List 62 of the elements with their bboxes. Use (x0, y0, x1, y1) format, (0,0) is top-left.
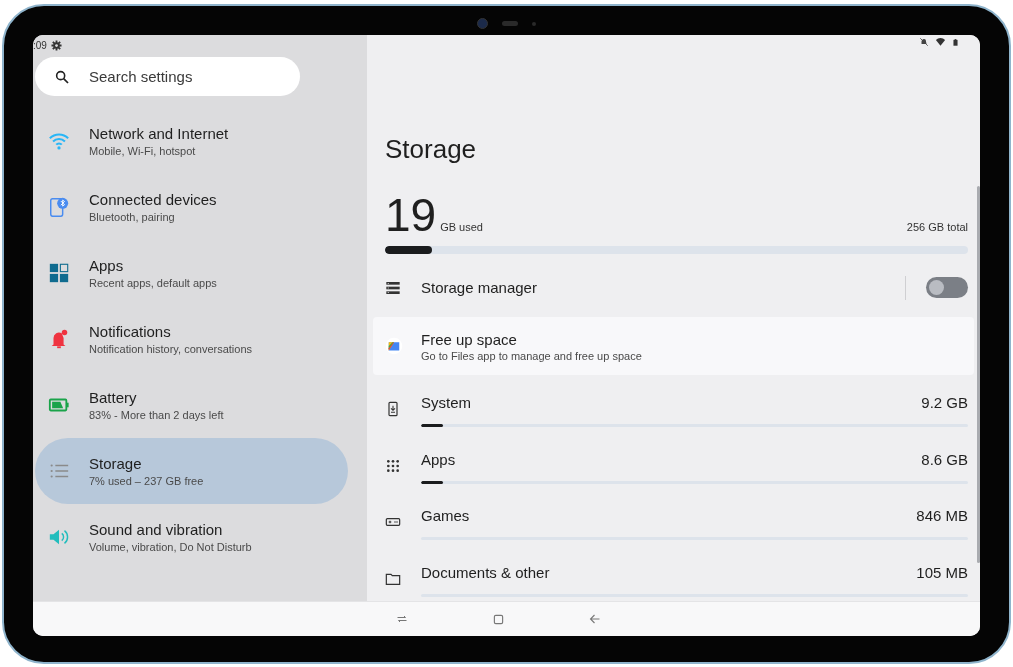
item-title: Sound and vibration (89, 519, 224, 539)
sidebar-item[interactable]: Storage 7% used – 237 GB free (35, 438, 348, 504)
wifi-icon (935, 37, 946, 47)
item-title: Battery (89, 387, 138, 407)
sidebar-item[interactable]: Connected devices Bluetooth, pairing (35, 174, 348, 240)
status-time: :09 (33, 39, 47, 51)
storage-category-item[interactable]: Games 846 MB (385, 488, 968, 540)
phone-download-icon (385, 401, 401, 417)
sidebar-item[interactable]: Battery 83% - More than 2 days left (35, 372, 348, 438)
muted-bell-icon (919, 37, 929, 47)
files-app-icon (385, 337, 403, 355)
recents-icon[interactable] (396, 613, 408, 625)
category-size: 8.6 GB (921, 449, 968, 470)
item-subtitle: Recent apps, default apps (89, 275, 217, 291)
item-title: Connected devices (89, 189, 217, 209)
setting-label: Storage manager (421, 279, 537, 296)
free-up-space-item[interactable]: Free up space Go to Files app to manage and free up space (373, 317, 974, 375)
apps-dots-icon (385, 457, 401, 474)
item-title: Network and Internet (89, 123, 229, 143)
settings-icon (50, 39, 62, 51)
home-icon[interactable] (493, 613, 504, 625)
item-title: Storage (89, 453, 143, 473)
used-unit: GB used (440, 221, 483, 233)
category-size: 105 MB (916, 562, 968, 583)
total-capacity: 256 GB total (906, 221, 968, 233)
sidebar-item[interactable]: Sound and vibration Volume, vibration, Do Not Disturb (35, 504, 348, 570)
used-amount: 19 (385, 189, 437, 241)
sidebar-item[interactable]: Apps Recent apps, default apps (35, 240, 348, 306)
item-subtitle: 7% used – 237 GB free (89, 473, 204, 489)
category-size: 846 MB (916, 506, 968, 526)
item-subtitle: Notification history, conversations (89, 341, 253, 357)
storage-category-item[interactable]: Apps 8.6 GB (385, 431, 968, 484)
search-field[interactable]: Search settings (35, 57, 300, 96)
storage-category-item[interactable]: System 9.2 GB (385, 375, 968, 427)
item-subtitle: Volume, vibration, Do Not Disturb (89, 539, 252, 555)
item-subtitle: Bluetooth, pairing (89, 209, 176, 225)
wifi-icon (48, 130, 70, 152)
camera-icon (477, 18, 488, 29)
item-subtitle: Go to Files app to manage and free up space (421, 348, 642, 363)
category-size: 9.2 GB (921, 393, 968, 413)
bluetooth-device-icon (48, 196, 70, 218)
storage-category-item[interactable]: Documents & other 105 MB (385, 544, 968, 597)
search-icon (54, 69, 70, 85)
item-title: Apps (89, 255, 125, 275)
page-title: Storage (385, 133, 478, 165)
category-name: System (421, 393, 471, 413)
category-name: Apps (421, 449, 456, 470)
back-icon[interactable] (589, 613, 601, 625)
item-subtitle: 83% - More than 2 days left (89, 407, 224, 423)
storage-manager-toggle[interactable] (926, 277, 968, 298)
item-title: Notifications (89, 321, 172, 341)
category-name: Documents & other (421, 562, 550, 583)
item-title: Free up space (421, 329, 518, 349)
category-name: Games (421, 506, 470, 526)
battery-icon (952, 36, 959, 48)
sidebar-item[interactable]: Notifications Notification history, conversations (35, 306, 348, 372)
item-subtitle: Mobile, Wi-Fi, hotspot (89, 143, 197, 159)
storage-list-icon (385, 279, 401, 296)
apps-grid-icon (48, 262, 70, 284)
sensor-icon (502, 21, 518, 26)
scrollbar[interactable] (977, 186, 980, 563)
sidebar-item[interactable]: Network and Internet Mobile, Wi-Fi, hotspot (35, 108, 348, 174)
